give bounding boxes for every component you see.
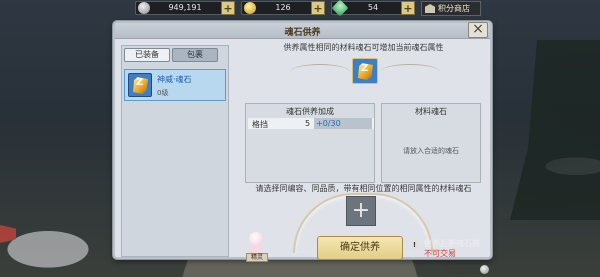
points-shop-label: 积分商店 [438, 4, 470, 13]
feed-area: 供养属性相同的材料魂石可增加当前魂石属性 Z 魂石供养加成 格挡 5 +0/30… [235, 39, 492, 275]
attribute-progress: +0/30 [314, 118, 372, 129]
points-shop-button[interactable]: 积分商店 [421, 1, 481, 16]
feed-cost: 100,000 [445, 265, 490, 275]
tab-bag[interactable]: 包裹 [172, 48, 218, 62]
feed-bonus-title: 魂石供养加成 [286, 107, 334, 116]
decor-wing-right [380, 64, 440, 80]
cost-value: 100,000 [445, 266, 479, 275]
jade-gem-icon [331, 0, 349, 17]
soulstone-item-icon: Z [128, 73, 152, 97]
add-silver-button[interactable]: + [221, 1, 235, 15]
silver-currency: 949,191 + [135, 1, 235, 15]
item-list-panel: 已装备 包裹 Z 神威·魂石 0级 [121, 45, 229, 257]
item-name: 神威·魂石 [157, 75, 192, 84]
trade-warning: ! 供养后新魂石将 不可交易 [410, 238, 490, 260]
soulstone-panel: 魂石供养 × 已装备 包裹 Z 神威·魂石 0级 供养属性相同的材料魂石可增加当… [113, 21, 492, 275]
material-hint: 请放入合适的魂石 [403, 147, 459, 155]
currency-bar: 949,191 + 126 + 54 + 积分商店 [135, 0, 481, 17]
confirm-feed-button[interactable]: 确定供养 [317, 236, 403, 260]
gold-ingot-icon [244, 2, 256, 14]
tab-equipped[interactable]: 已装备 [124, 48, 170, 62]
sprite-body [250, 245, 262, 253]
item-level: 0级 [157, 89, 169, 97]
gold-currency: 126 + [241, 1, 325, 15]
item-tabs: 已装备 包裹 [124, 48, 218, 62]
list-item[interactable]: Z 神威·魂石 0级 [124, 69, 226, 101]
feed-description: 供养属性相同的材料魂石可增加当前魂石属性 [283, 43, 444, 52]
soulstone-glyph: Z [361, 63, 369, 74]
close-button[interactable]: × [468, 22, 488, 38]
sprite-avatar [249, 232, 263, 246]
add-material-button[interactable]: + [346, 196, 376, 226]
material-slot-box[interactable]: 材料魂石 请放入合适的魂石 [381, 103, 481, 183]
soulstone-glyph: Z [136, 77, 144, 88]
material-title: 材料魂石 [415, 107, 447, 116]
jade-value: 54 [367, 3, 379, 12]
warning-icon: ! [410, 241, 419, 250]
decor-wing-left [290, 64, 350, 80]
attribute-name: 格挡 [252, 120, 268, 129]
feed-bonus-box: 魂石供养加成 格挡 5 +0/30 [245, 103, 375, 183]
current-soulstone-slot[interactable]: Z [352, 58, 378, 84]
add-gold-button[interactable]: + [311, 1, 325, 15]
add-jade-button[interactable]: + [401, 1, 415, 15]
warning-line-2: 不可交易 [424, 249, 456, 258]
sprite-label: 精灵 [246, 253, 268, 262]
panel-titlebar: 魂石供养 [115, 23, 490, 39]
table-row: 格挡 5 +0/30 [248, 118, 374, 129]
silver-value: 949,191 [168, 3, 202, 12]
attribute-value: 5 [305, 119, 311, 128]
panel-title: 魂石供养 [284, 28, 321, 38]
jade-currency: 54 + [331, 0, 415, 17]
shop-icon [425, 4, 435, 13]
gold-value: 126 [275, 3, 291, 12]
silver-coin-icon [138, 2, 150, 14]
sprite-companion-button[interactable]: 精灵 [246, 232, 268, 262]
silver-coin-icon [480, 265, 490, 274]
